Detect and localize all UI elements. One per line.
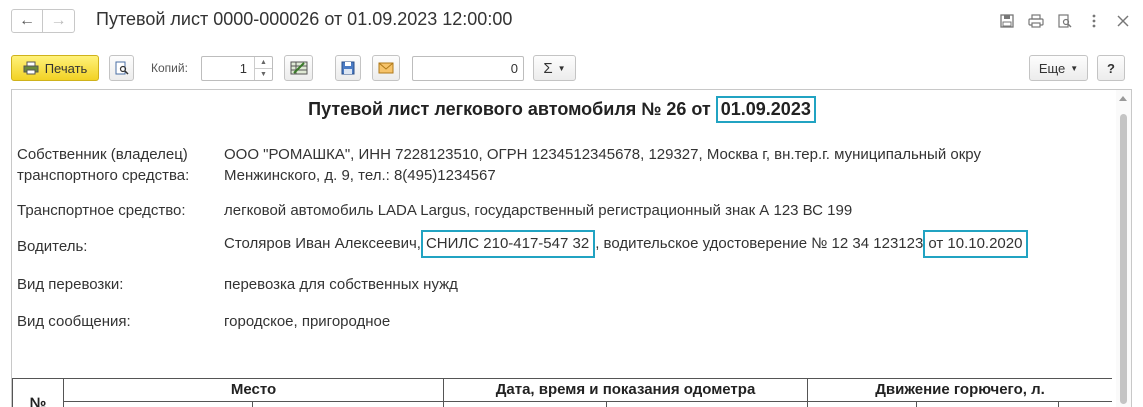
- document-date: 01.09.2023: [715, 96, 816, 123]
- spreadsheet-document[interactable]: Путевой лист легкового автомобиля № 26 о…: [11, 89, 1132, 407]
- header-subcol-line: [916, 401, 917, 407]
- chevron-down-icon: ▼: [557, 63, 566, 73]
- print-icon[interactable]: [1025, 12, 1046, 30]
- more-button[interactable]: Еще ▼: [1029, 55, 1088, 81]
- sum-field[interactable]: 0: [412, 56, 524, 81]
- print-preview-button[interactable]: [109, 55, 134, 81]
- message-type-label: Вид сообщения:: [17, 313, 131, 330]
- vehicle-value: легковой автомобиль LADA Largus, государ…: [224, 202, 853, 219]
- vehicle-label: Транспортное средство:: [17, 202, 186, 219]
- owner-label-line-1: Собственник (владелец): [17, 146, 188, 163]
- transport-type-label: Вид перевозки:: [17, 276, 124, 293]
- help-label: ?: [1107, 60, 1115, 76]
- scroll-thumb[interactable]: [1120, 114, 1127, 404]
- window-actions: [996, 12, 1133, 30]
- send-email-button[interactable]: [372, 55, 400, 81]
- col-fuel: Движение горючего, л.: [875, 381, 1045, 398]
- arrow-left-icon: ←: [19, 12, 35, 29]
- route-table-header: № Место Дата, время и показания одометра…: [12, 378, 1112, 407]
- close-icon[interactable]: [1112, 12, 1133, 30]
- floppy-icon: [341, 61, 355, 75]
- table-edit-icon: [290, 61, 307, 75]
- owner-label-line-2: транспортного средства:: [17, 167, 190, 184]
- spin-down-icon[interactable]: ▼: [255, 69, 272, 80]
- vertical-scrollbar[interactable]: [1116, 90, 1131, 407]
- transport-type-value: перевозка для собственных нужд: [224, 276, 458, 293]
- copies-spin[interactable]: ▲ ▼: [254, 57, 272, 80]
- copies-stepper[interactable]: 1 ▲ ▼: [201, 56, 273, 81]
- sigma-icon: Σ: [543, 59, 553, 77]
- driver-value: Столяров Иван Алексеевич, СНИЛС 210-417-5…: [224, 230, 1114, 258]
- title-bar: ← → Путевой лист 0000-000026 от 01.09.20…: [0, 0, 1143, 44]
- back-button[interactable]: ←: [11, 9, 43, 33]
- header-subcol-line: [606, 401, 607, 407]
- driver-license: , водительское удостоверение № 12 34 123…: [595, 235, 924, 252]
- envelope-icon: [378, 62, 394, 74]
- document-title-text: Путевой лист легкового автомобиля № 26 о…: [308, 99, 716, 119]
- message-type-value: городское, пригородное: [224, 313, 391, 330]
- command-bar: Печать Копий: 1 ▲ ▼ 0 Σ ▼ Еще ▼ ?: [0, 55, 1143, 83]
- driver-snils: СНИЛС 210-417-547 32: [420, 230, 596, 258]
- driver-name: Столяров Иван Алексеевич,: [224, 235, 421, 252]
- sum-mode-button[interactable]: Σ ▼: [533, 55, 576, 81]
- print-button-label: Печать: [44, 60, 88, 76]
- document-title: Путевой лист легкового автомобиля № 26 о…: [12, 96, 1112, 123]
- sum-value: 0: [510, 61, 518, 76]
- owner-label: Собственник (владелец) транспортного сре…: [17, 144, 189, 186]
- owner-value-line-1: ООО "РОМАШКА", ИНН 7228123510, ОГРН 1234…: [224, 146, 981, 163]
- printer-icon: [23, 61, 39, 75]
- driver-license-date: от 10.10.2020: [923, 230, 1029, 258]
- save-file-button[interactable]: [335, 55, 361, 81]
- help-button[interactable]: ?: [1097, 55, 1125, 81]
- spin-up-icon[interactable]: ▲: [255, 57, 272, 69]
- scroll-up-icon[interactable]: [1119, 96, 1127, 101]
- copies-value: 1: [239, 61, 247, 76]
- chevron-down-icon: ▼: [1070, 63, 1079, 73]
- more-vertical-icon[interactable]: [1083, 12, 1104, 30]
- col-place: Место: [64, 379, 444, 407]
- preview-icon: [115, 61, 129, 75]
- header-divider: [64, 401, 1112, 402]
- preview-icon[interactable]: [1054, 12, 1075, 30]
- arrow-right-icon: →: [50, 12, 67, 29]
- nav-buttons: ← →: [11, 9, 75, 33]
- print-button[interactable]: Печать: [11, 55, 99, 81]
- col-number: №: [12, 379, 64, 407]
- owner-value: ООО "РОМАШКА", ИНН 7228123510, ОГРН 1234…: [224, 144, 1114, 186]
- header-subcol-line: [1058, 401, 1059, 407]
- header-subcol-line: [252, 401, 253, 407]
- edit-mode-button[interactable]: [284, 55, 313, 81]
- more-button-label: Еще: [1038, 60, 1066, 76]
- owner-value-line-2: Менжинского, д. 9, тел.: 8(495)1234567: [224, 167, 496, 184]
- save-icon[interactable]: [996, 12, 1017, 30]
- col-datetime: Дата, время и показания одометра: [444, 379, 808, 407]
- driver-label: Водитель:: [17, 238, 88, 255]
- forward-button[interactable]: →: [43, 9, 75, 33]
- window-title: Путевой лист 0000-000026 от 01.09.2023 1…: [96, 9, 513, 29]
- copies-label: Копий:: [151, 61, 188, 75]
